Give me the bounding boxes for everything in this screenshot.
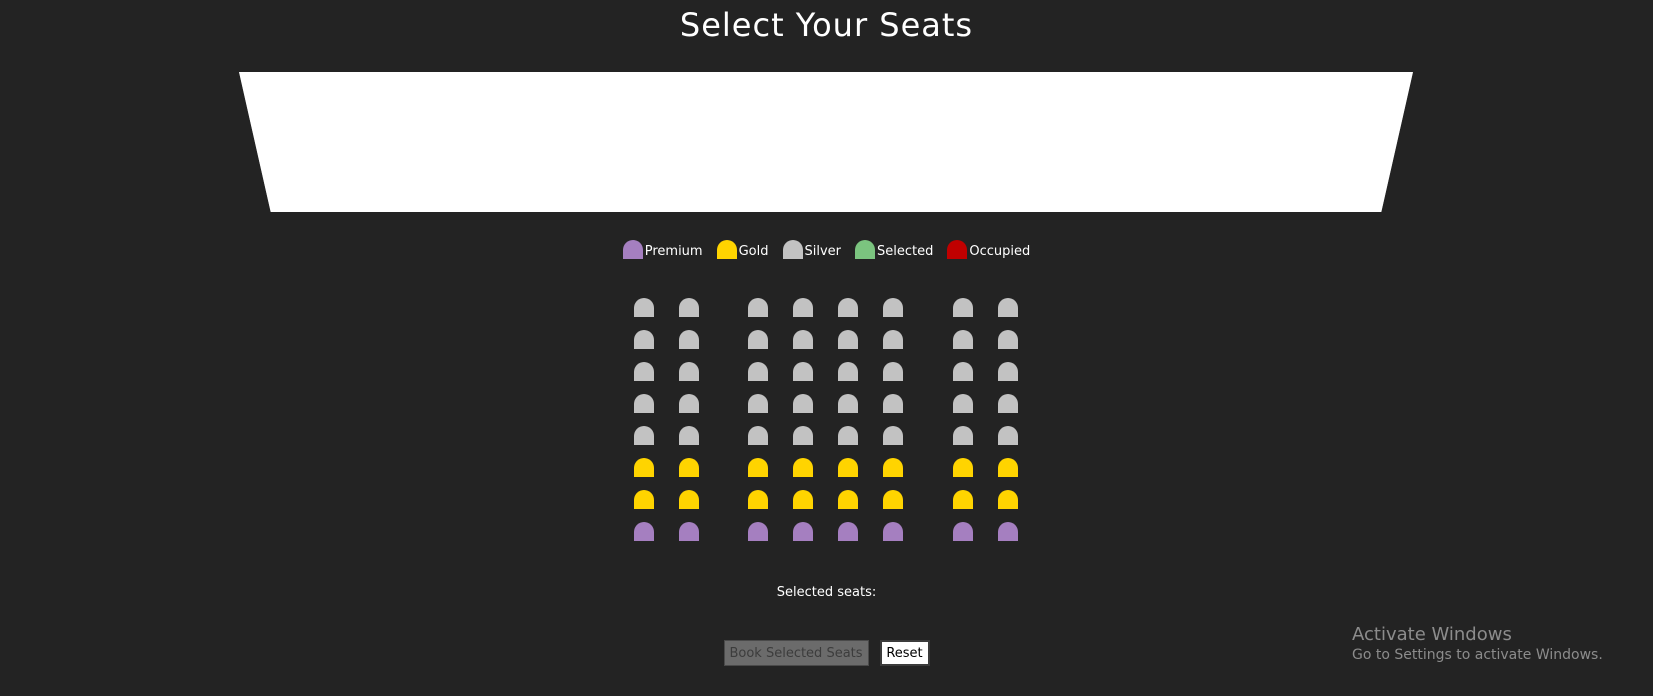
- seat-row: [0, 362, 1653, 382]
- seat-row: [0, 426, 1653, 446]
- seat-gold[interactable]: [883, 458, 903, 477]
- page-title: Select Your Seats: [679, 6, 974, 44]
- seat-silver[interactable]: [838, 426, 858, 445]
- watermark-title: Activate Windows: [1352, 624, 1512, 645]
- seat-silver[interactable]: [883, 330, 903, 349]
- seat-premium[interactable]: [998, 522, 1018, 541]
- seat-gold[interactable]: [953, 458, 973, 477]
- windows-activation-watermark: Activate Windows Go to Settings to activ…: [1352, 624, 1603, 664]
- seat-silver[interactable]: [998, 426, 1018, 445]
- seat-premium[interactable]: [634, 522, 654, 541]
- seat-row: [0, 298, 1653, 318]
- seat-premium[interactable]: [748, 522, 768, 541]
- seat-gold[interactable]: [679, 490, 699, 509]
- seat-silver[interactable]: [998, 394, 1018, 413]
- seat-gold[interactable]: [748, 458, 768, 477]
- legend-label: Occupied: [969, 244, 1031, 259]
- seat-premium[interactable]: [953, 522, 973, 541]
- seat-silver[interactable]: [793, 362, 813, 381]
- seat-gold[interactable]: [838, 490, 858, 509]
- seat-silver[interactable]: [883, 394, 903, 413]
- legend-item-occupied: Occupied: [947, 240, 1030, 259]
- legend-item-premium: Premium: [622, 240, 703, 259]
- seat-row: [0, 394, 1653, 414]
- selected-seats-summary: Selected seats:: [0, 585, 1653, 600]
- seat-row: [0, 330, 1653, 350]
- reset-button[interactable]: Reset: [879, 640, 930, 666]
- seat-legend: Premium Gold Silver Selected Occupied: [0, 240, 1653, 259]
- book-selected-seats-button[interactable]: Book Selected Seats: [723, 640, 869, 666]
- seat-silver[interactable]: [748, 362, 768, 381]
- seat-gold[interactable]: [634, 458, 654, 477]
- seat-silver[interactable]: [953, 394, 973, 413]
- seat-silver[interactable]: [793, 330, 813, 349]
- seat-silver[interactable]: [793, 426, 813, 445]
- seat-premium[interactable]: [838, 522, 858, 541]
- seat-silver[interactable]: [998, 298, 1018, 317]
- seat-silver[interactable]: [953, 330, 973, 349]
- seat-occupied-icon: [947, 240, 968, 259]
- seat-row: [0, 490, 1653, 510]
- seat-gold[interactable]: [883, 490, 903, 509]
- seat-silver[interactable]: [953, 362, 973, 381]
- seat-silver[interactable]: [634, 362, 654, 381]
- seat-silver[interactable]: [679, 298, 699, 317]
- cinema-screen: [239, 72, 1413, 212]
- legend-label: Gold: [738, 244, 769, 259]
- seat-gold[interactable]: [998, 490, 1018, 509]
- seat-premium-icon: [622, 240, 643, 259]
- seat-gold[interactable]: [679, 458, 699, 477]
- seat-premium[interactable]: [793, 522, 813, 541]
- seat-gold[interactable]: [793, 490, 813, 509]
- seat-silver[interactable]: [793, 394, 813, 413]
- legend-item-gold: Gold: [716, 240, 769, 259]
- seat-gold[interactable]: [748, 490, 768, 509]
- seat-silver[interactable]: [998, 330, 1018, 349]
- seat-silver[interactable]: [634, 394, 654, 413]
- seat-gold[interactable]: [793, 458, 813, 477]
- seat-gold[interactable]: [998, 458, 1018, 477]
- seat-silver[interactable]: [883, 298, 903, 317]
- seat-silver[interactable]: [748, 330, 768, 349]
- seat-silver[interactable]: [883, 426, 903, 445]
- legend-label: Selected: [877, 244, 934, 259]
- seat-silver[interactable]: [953, 426, 973, 445]
- seat-silver[interactable]: [748, 394, 768, 413]
- seat-gold-icon: [716, 240, 737, 259]
- selected-seats-label: Selected seats:: [776, 585, 877, 600]
- seat-silver[interactable]: [748, 426, 768, 445]
- seat-row: [0, 522, 1653, 542]
- seat-premium[interactable]: [883, 522, 903, 541]
- seat-silver[interactable]: [679, 394, 699, 413]
- legend-label: Silver: [804, 244, 842, 259]
- seat-silver[interactable]: [634, 426, 654, 445]
- seat-silver[interactable]: [838, 298, 858, 317]
- seat-row: [0, 458, 1653, 478]
- seat-silver[interactable]: [634, 330, 654, 349]
- seat-silver[interactable]: [748, 298, 768, 317]
- seat-silver[interactable]: [679, 330, 699, 349]
- seat-silver[interactable]: [838, 330, 858, 349]
- seat-gold[interactable]: [634, 490, 654, 509]
- seat-selected-icon: [855, 240, 876, 259]
- seat-silver[interactable]: [838, 394, 858, 413]
- seat-gold[interactable]: [953, 490, 973, 509]
- seat-gold[interactable]: [838, 458, 858, 477]
- seat-silver[interactable]: [953, 298, 973, 317]
- seat-silver[interactable]: [679, 426, 699, 445]
- seat-premium[interactable]: [679, 522, 699, 541]
- legend-item-silver: Silver: [782, 240, 842, 259]
- watermark-subtitle: Go to Settings to activate Windows.: [1352, 647, 1603, 663]
- seat-silver[interactable]: [838, 362, 858, 381]
- seat-silver[interactable]: [998, 362, 1018, 381]
- legend-label: Premium: [644, 244, 703, 259]
- seat-silver[interactable]: [634, 298, 654, 317]
- seat-silver-icon: [782, 240, 803, 259]
- seat-silver[interactable]: [793, 298, 813, 317]
- seat-silver[interactable]: [883, 362, 903, 381]
- seat-silver[interactable]: [679, 362, 699, 381]
- legend-item-selected: Selected: [855, 240, 933, 259]
